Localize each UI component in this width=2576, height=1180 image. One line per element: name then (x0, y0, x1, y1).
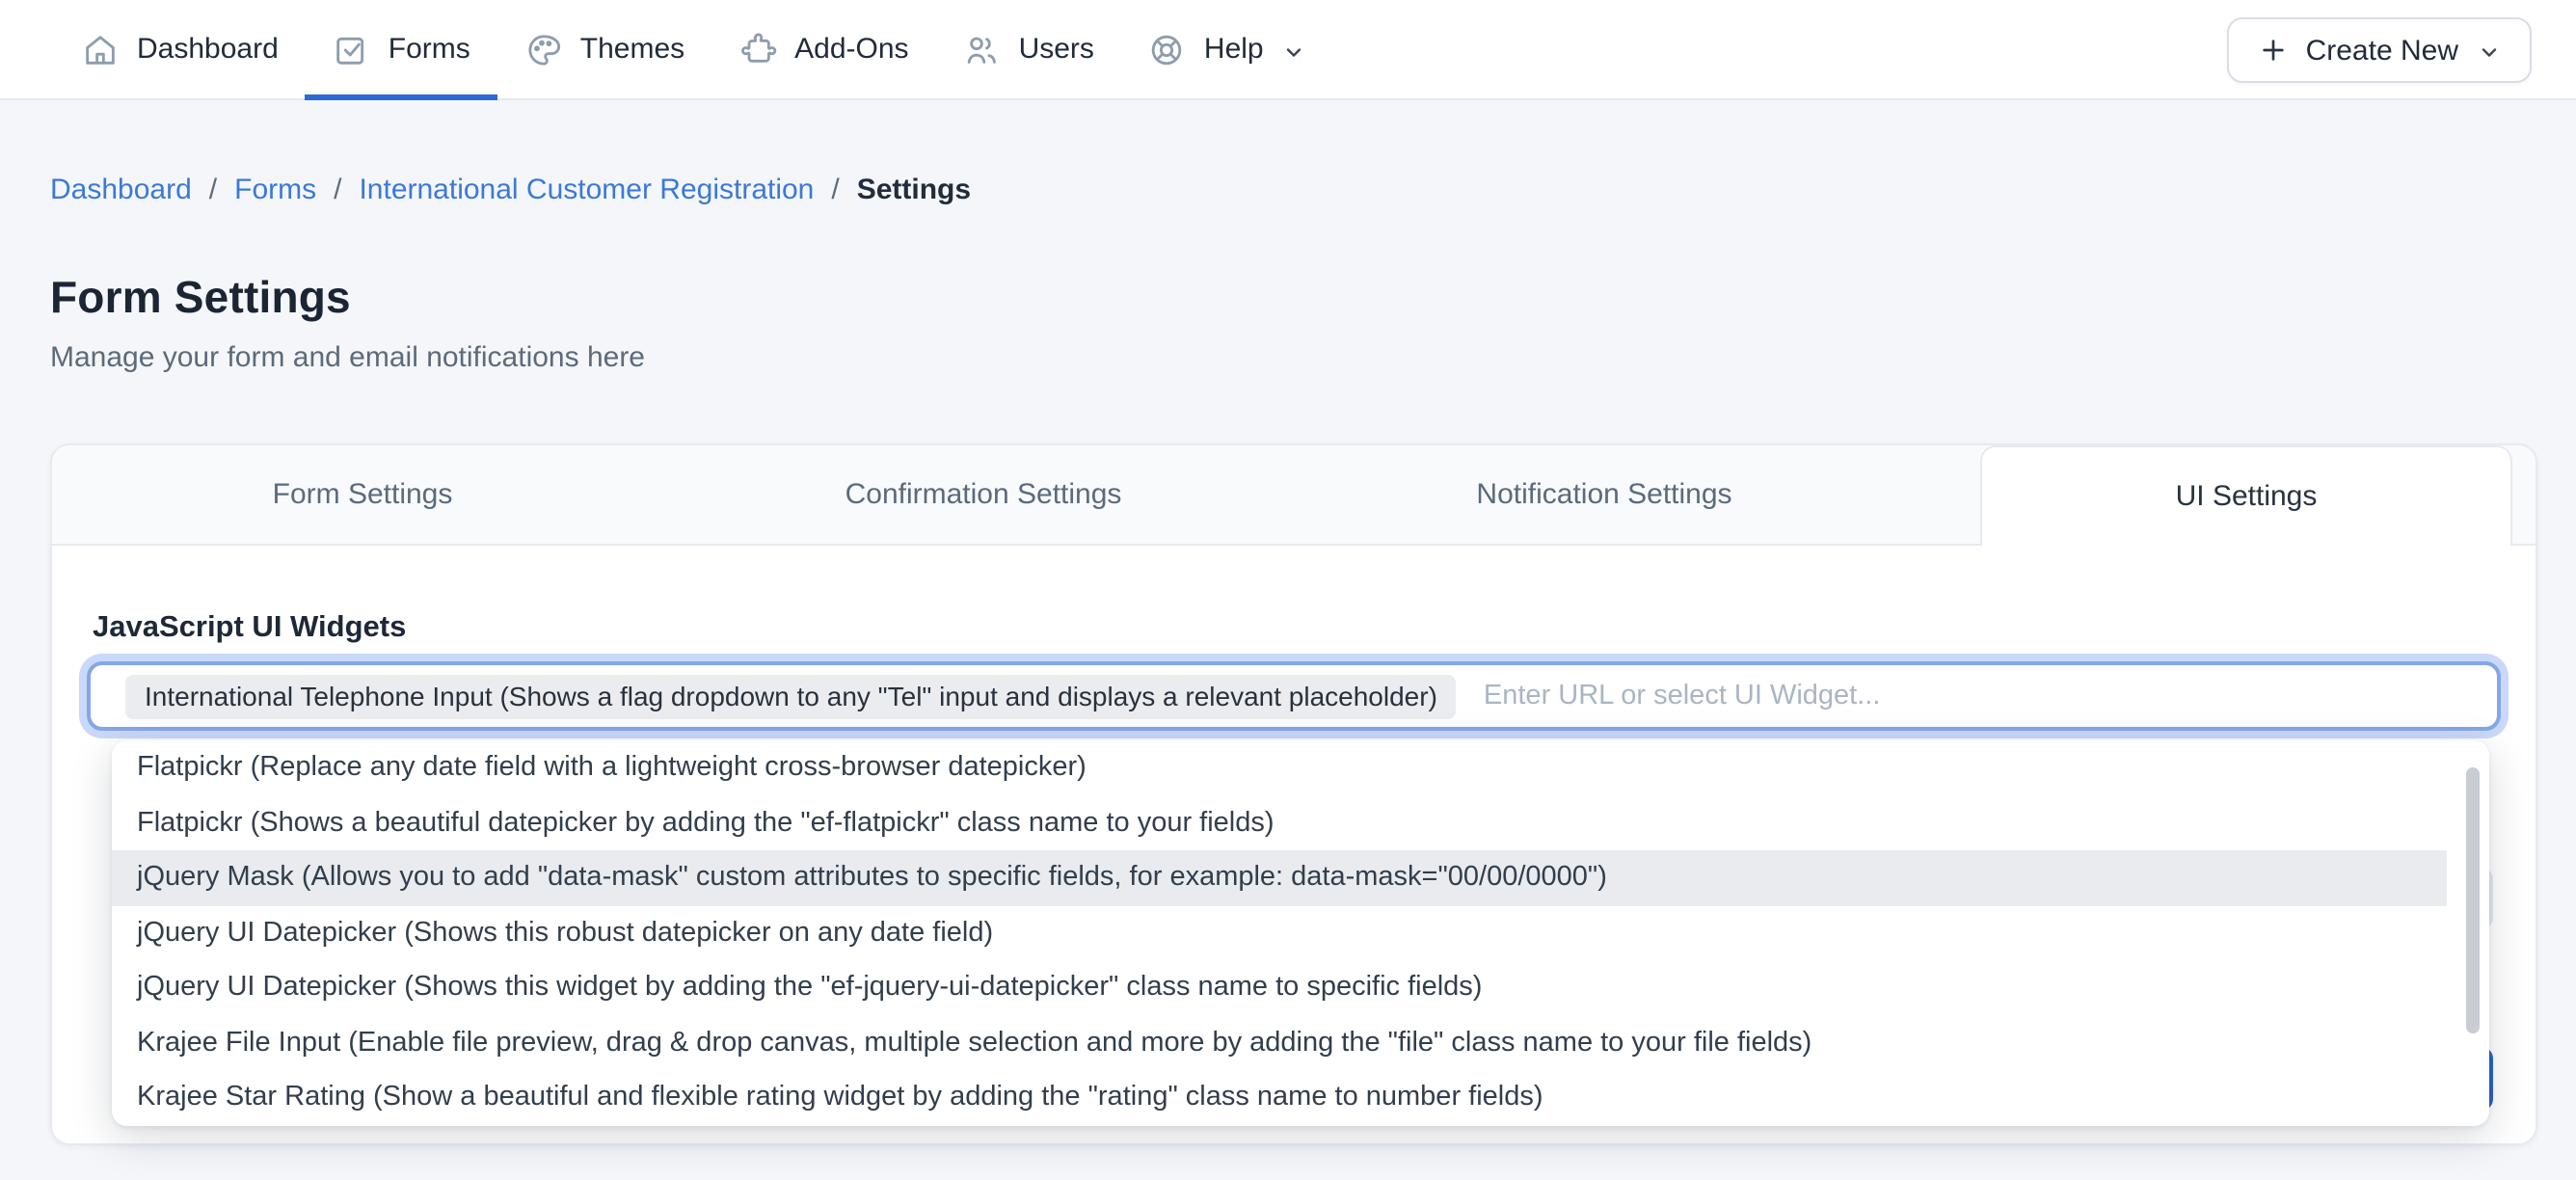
create-new-label: Create New (2305, 34, 2458, 67)
chevron-down-icon (2478, 39, 2501, 62)
breadcrumb-separator: / (208, 174, 218, 206)
dropdown-option[interactable]: Flatpickr (Replace any date field with a… (112, 740, 2489, 795)
page-title: Form Settings (50, 272, 351, 322)
dropdown-option[interactable]: Krajee File Input (Enable file preview, … (112, 1015, 2489, 1070)
breadcrumb: Dashboard / Forms / International Custom… (50, 174, 2532, 206)
nav-label: Help (1203, 33, 1264, 66)
chevron-down-icon (1283, 38, 1306, 61)
breadcrumb-link-forms[interactable]: Forms (234, 174, 316, 206)
widgets-field-label: JavaScript UI Widgets (93, 611, 407, 644)
settings-card: Form Settings Confirmation Settings Noti… (50, 443, 2537, 1145)
breadcrumb-separator: / (334, 174, 342, 206)
nav-label: Themes (579, 33, 685, 66)
breadcrumb-link-form[interactable]: International Customer Registration (359, 174, 814, 206)
dropdown-option[interactable]: Flatpickr (Shows a beautiful datepicker … (112, 795, 2489, 850)
tab-ui-settings[interactable]: UI Settings (1980, 445, 2512, 546)
selected-widget-chip[interactable]: International Telephone Input (Shows a f… (125, 674, 1457, 718)
puzzle-icon (738, 30, 777, 68)
widget-input-placeholder: Enter URL or select UI Widget... (1483, 681, 1881, 711)
app-viewport: Dashboard Forms Themes Add-Ons Users Hel… (0, 0, 2576, 1180)
dropdown-scrollbar-thumb[interactable] (2466, 767, 2480, 1033)
tab-notification-settings[interactable]: Notification Settings (1294, 445, 1915, 544)
breadcrumb-separator: / (831, 174, 840, 206)
main-content: Dashboard / Forms / International Custom… (0, 174, 2576, 1145)
users-icon (963, 30, 1002, 68)
dropdown-option-highlighted[interactable]: jQuery Mask (Allows you to add "data-mas… (112, 850, 2489, 905)
palette-icon (524, 30, 563, 68)
nav-item-dashboard[interactable]: Dashboard (54, 0, 306, 98)
nav-label: Dashboard (137, 33, 279, 66)
widget-dropdown-list: Flatpickr (Replace any date field with a… (112, 740, 2489, 1126)
tab-confirmation-settings[interactable]: Confirmation Settings (673, 445, 1294, 544)
plus-icon (2258, 35, 2289, 66)
widget-select-input[interactable]: International Telephone Input (Shows a f… (87, 661, 2501, 731)
dropdown-option[interactable]: jQuery UI Datepicker (Shows this widget … (112, 960, 2489, 1015)
nav-label: Add-Ons (794, 33, 909, 66)
nav-item-add-ons[interactable]: Add-Ons (711, 0, 935, 98)
dropdown-option[interactable]: Krajee Star Rating (Show a beautiful and… (112, 1070, 2489, 1125)
nav-item-forms[interactable]: Forms (305, 0, 497, 100)
home-icon (81, 30, 120, 68)
checkbox-icon (333, 30, 371, 68)
breadcrumb-current: Settings (856, 174, 972, 206)
lifebuoy-icon (1148, 30, 1187, 68)
breadcrumb-link-dashboard[interactable]: Dashboard (50, 174, 192, 206)
page-subtitle: Manage your form and email notifications… (50, 341, 645, 374)
ui-settings-panel: JavaScript UI Widgets International Tele… (52, 546, 2536, 1143)
nav-label: Users (1018, 33, 1094, 66)
settings-tabbar: Form Settings Confirmation Settings Noti… (52, 445, 2536, 546)
create-new-button[interactable]: Create New (2226, 17, 2532, 83)
dropdown-option[interactable]: jQuery UI Datepicker (Shows this robust … (112, 905, 2489, 960)
nav-label: Forms (388, 33, 470, 66)
tab-form-settings[interactable]: Form Settings (52, 445, 673, 544)
nav-item-users[interactable]: Users (936, 0, 1121, 98)
top-navbar: Dashboard Forms Themes Add-Ons Users Hel… (0, 0, 2576, 100)
nav-item-help[interactable]: Help (1121, 0, 1333, 98)
main-nav: Dashboard Forms Themes Add-Ons Users Hel… (54, 0, 1333, 100)
nav-item-themes[interactable]: Themes (497, 0, 711, 98)
